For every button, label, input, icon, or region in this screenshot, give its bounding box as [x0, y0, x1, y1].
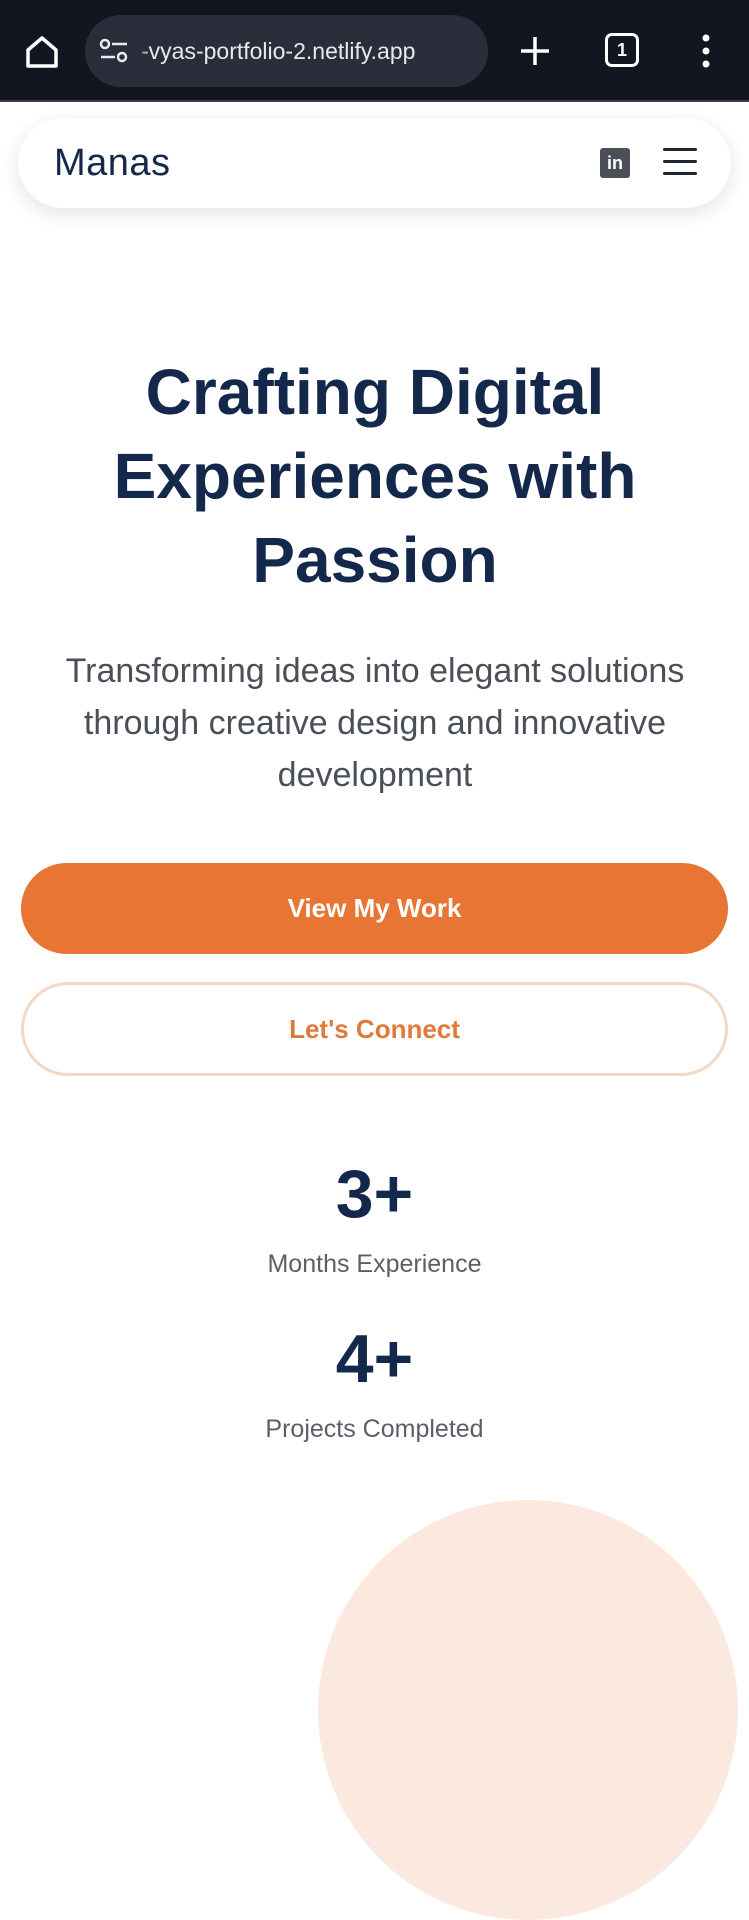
linkedin-icon[interactable]: in	[600, 148, 630, 178]
more-options-icon[interactable]	[698, 33, 714, 69]
site-settings-icon[interactable]	[99, 37, 129, 65]
stat-value: 4+	[335, 1321, 414, 1397]
url-fade	[135, 15, 149, 87]
site-brand[interactable]: Manas	[54, 118, 171, 208]
tab-switcher-button[interactable]: 1	[605, 33, 639, 67]
address-bar[interactable]: -vyas-portfolio-2.netlify.app	[85, 15, 488, 87]
stat-value: 3+	[335, 1156, 414, 1232]
site-header: Manas in	[18, 118, 731, 208]
home-icon[interactable]	[22, 32, 62, 72]
browser-toolbar: -vyas-portfolio-2.netlify.app 1	[0, 0, 749, 102]
view-my-work-button[interactable]: View My Work	[21, 863, 728, 954]
lets-connect-button[interactable]: Let's Connect	[21, 982, 728, 1076]
new-tab-plus-icon[interactable]	[517, 33, 553, 69]
hero-subtitle: Transforming ideas into elegant solution…	[65, 652, 685, 794]
stat-label: Months Experience	[267, 1250, 482, 1278]
url-text: -vyas-portfolio-2.netlify.app	[141, 38, 416, 64]
hamburger-menu-icon[interactable]	[663, 145, 697, 179]
hero-title: Crafting Digital Experiences with Passio…	[113, 356, 637, 596]
stat-label: Projects Completed	[265, 1415, 484, 1443]
decorative-circle	[318, 1500, 738, 1920]
